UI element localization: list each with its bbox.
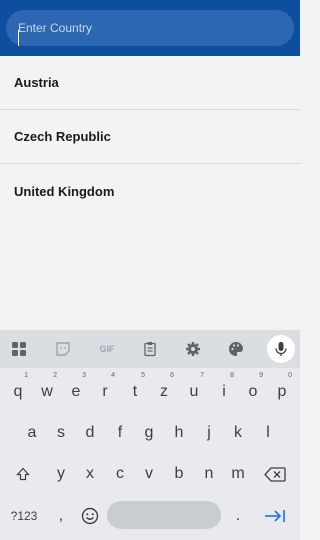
key-s[interactable]: s <box>49 418 73 448</box>
key-f[interactable]: f <box>108 418 132 448</box>
sticker-icon[interactable] <box>53 339 73 359</box>
period-key[interactable]: . <box>226 501 250 531</box>
keyboard-toolbar: GIF <box>0 330 300 368</box>
comma-key[interactable]: , <box>49 501 73 531</box>
key-b[interactable]: b <box>167 459 191 489</box>
key-a[interactable]: a <box>20 418 44 448</box>
list-item-czech-republic[interactable]: Czech Republic <box>0 110 300 164</box>
next-field-icon[interactable] <box>261 501 289 531</box>
settings-icon[interactable] <box>183 339 203 359</box>
symbols-key[interactable]: ?123 <box>6 501 42 531</box>
key-e[interactable]: e3 <box>64 372 88 407</box>
key-z[interactable]: z6 <box>152 372 176 407</box>
mic-icon[interactable] <box>267 335 295 363</box>
soft-keyboard: GIF q1 w2 e3 r4 t5 z6 u7 i8 o9 p0 a s d … <box>0 330 300 540</box>
key-c[interactable]: c <box>108 459 132 489</box>
key-i[interactable]: i8 <box>212 372 236 407</box>
key-t[interactable]: t5 <box>123 372 147 407</box>
key-m[interactable]: m <box>226 459 250 489</box>
apps-grid-icon[interactable] <box>9 339 29 359</box>
key-j[interactable]: j <box>197 418 221 448</box>
clipboard-icon[interactable] <box>140 339 160 359</box>
key-d[interactable]: d <box>78 418 102 448</box>
gif-icon[interactable]: GIF <box>96 339 118 359</box>
search-bar[interactable] <box>6 10 294 46</box>
key-h[interactable]: h <box>167 418 191 448</box>
key-w[interactable]: w2 <box>35 372 59 407</box>
key-u[interactable]: u7 <box>182 372 206 407</box>
key-l[interactable]: l <box>256 418 280 448</box>
country-search-input[interactable] <box>14 10 288 46</box>
key-k[interactable]: k <box>226 418 250 448</box>
key-row-2: a s d f g h j k l <box>0 418 300 448</box>
list-item-austria[interactable]: Austria <box>0 56 300 110</box>
key-row-1: q1 w2 e3 r4 t5 z6 u7 i8 o9 p0 <box>0 372 300 407</box>
key-o[interactable]: o9 <box>241 372 265 407</box>
country-list: Austria Czech Republic United Kingdom <box>0 56 300 218</box>
emoji-icon[interactable] <box>78 501 102 531</box>
key-q[interactable]: q1 <box>6 372 30 407</box>
space-bar[interactable] <box>107 501 221 529</box>
key-p[interactable]: p0 <box>270 372 294 407</box>
key-x[interactable]: x <box>78 459 102 489</box>
list-item-united-kingdom[interactable]: United Kingdom <box>0 164 300 218</box>
key-row-4: ?123 , . <box>0 501 300 531</box>
key-r[interactable]: r4 <box>93 372 117 407</box>
key-n[interactable]: n <box>197 459 221 489</box>
key-g[interactable]: g <box>137 418 161 448</box>
text-cursor <box>18 30 19 46</box>
shift-icon[interactable] <box>11 459 35 489</box>
backspace-icon[interactable] <box>261 459 289 489</box>
key-row-3: y x c v b n m <box>0 459 300 489</box>
palette-icon[interactable] <box>226 339 246 359</box>
app-bar <box>0 0 300 56</box>
key-y[interactable]: y <box>49 459 73 489</box>
key-v[interactable]: v <box>137 459 161 489</box>
